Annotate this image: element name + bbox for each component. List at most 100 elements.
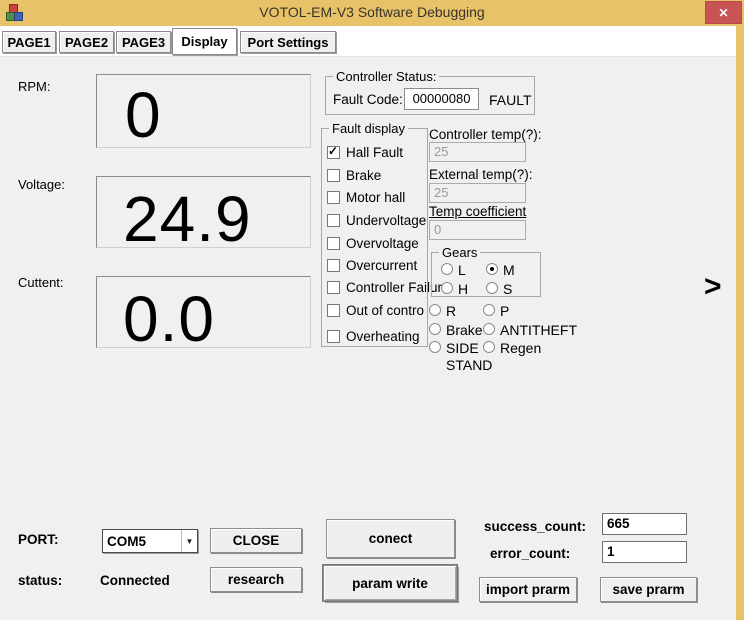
radio-gear-s[interactable]	[486, 282, 498, 294]
window-title: VOTOL-EM-V3 Software Debugging	[0, 4, 744, 20]
current-display: 0.0	[96, 276, 311, 348]
external-temp-field[interactable]: 25	[429, 183, 526, 203]
gear-option-s[interactable]: S	[486, 281, 512, 298]
fault-row: ✓ Undervoltage	[327, 213, 426, 227]
gears-group-label: Gears	[439, 245, 480, 260]
status-value: Connected	[100, 573, 170, 588]
research-button[interactable]: research	[210, 567, 302, 592]
radio-p[interactable]	[483, 304, 495, 316]
checkbox-label: Motor hall	[346, 190, 405, 205]
gear-option-h[interactable]: H	[441, 281, 468, 298]
rpm-value: 0	[125, 83, 162, 147]
tab-strip: PAGE1 PAGE2 PAGE3 Display Port Settings	[0, 26, 744, 57]
checkbox-undervoltage[interactable]: ✓	[327, 214, 340, 227]
checkbox-label: Overcurrent	[346, 258, 417, 273]
checkbox-overheating[interactable]: ✓	[327, 330, 340, 343]
tab-display[interactable]: Display	[172, 28, 237, 55]
port-select[interactable]: COM5 ▼	[102, 529, 198, 553]
radio-label: R	[446, 303, 456, 320]
radio-label: H	[458, 281, 468, 298]
checkbox-label: Undervoltage	[346, 213, 426, 228]
voltage-value: 24.9	[123, 187, 252, 251]
fault-status-text: FAULT	[489, 92, 532, 108]
radio-label: S	[503, 281, 512, 298]
checkbox-label: Brake	[346, 168, 381, 183]
temp-coefficient-field[interactable]: 0	[429, 220, 526, 240]
current-label: Cuttent:	[18, 275, 64, 290]
tab-page3[interactable]: PAGE3	[116, 31, 171, 53]
error-count-label: error_count:	[490, 546, 570, 561]
mode-option-r[interactable]: R	[429, 303, 456, 320]
fault-row: ✓ Overheating	[327, 329, 420, 343]
checkbox-label: Hall Fault	[346, 145, 403, 160]
close-port-button[interactable]: CLOSE	[210, 528, 302, 553]
checkbox-out-of-control[interactable]: ✓	[327, 304, 340, 317]
mode-option-regen[interactable]: Regen	[483, 340, 541, 357]
app-window: VOTOL-EM-V3 Software Debugging ✕ PAGE1 P…	[0, 0, 744, 620]
mode-option-antitheft[interactable]: ANTITHEFT	[483, 322, 577, 339]
param-write-button[interactable]: param write	[323, 565, 457, 601]
fault-row: ✓ Hall Fault	[327, 145, 403, 159]
mode-option-p[interactable]: P	[483, 303, 509, 320]
controller-temp-field[interactable]: 25	[429, 142, 526, 162]
chevron-down-icon[interactable]: ▼	[181, 530, 197, 552]
save-param-button[interactable]: save prarm	[600, 577, 697, 602]
checkbox-overcurrent[interactable]: ✓	[327, 259, 340, 272]
status-label: status:	[18, 573, 62, 588]
next-page-arrow[interactable]: >	[704, 270, 722, 304]
mode-option-brake[interactable]: Brake	[429, 322, 483, 339]
radio-antitheft[interactable]	[483, 323, 495, 335]
title-bar: VOTOL-EM-V3 Software Debugging ✕	[0, 0, 744, 26]
gear-option-m[interactable]: M	[486, 262, 515, 279]
close-button[interactable]: ✕	[705, 1, 742, 24]
external-temp-label: External temp(?):	[429, 167, 533, 182]
checkbox-label: Overvoltage	[346, 236, 419, 251]
fault-code-label: Fault Code:	[333, 92, 403, 107]
fault-code-field[interactable]: 00000080	[404, 88, 479, 110]
port-label: PORT:	[18, 532, 59, 547]
radio-gear-m[interactable]	[486, 263, 498, 275]
checkbox-motor-hall[interactable]: ✓	[327, 191, 340, 204]
fault-row: ✓ Out of contro	[327, 303, 424, 317]
current-value: 0.0	[123, 287, 215, 351]
radio-label: L	[458, 262, 466, 279]
radio-r[interactable]	[429, 304, 441, 316]
success-count-field[interactable]: 665	[602, 513, 687, 535]
voltage-display: 24.9	[96, 176, 311, 248]
radio-gear-h[interactable]	[441, 282, 453, 294]
radio-gear-l[interactable]	[441, 263, 453, 275]
tab-page2[interactable]: PAGE2	[59, 31, 114, 53]
checkbox-label: Overheating	[346, 329, 420, 344]
temp-coefficient-label: Temp coefficient	[429, 204, 526, 219]
connect-button[interactable]: conect	[326, 519, 455, 558]
checkmark-icon: ✓	[328, 144, 338, 158]
checkbox-overvoltage[interactable]: ✓	[327, 237, 340, 250]
close-icon: ✕	[718, 6, 728, 20]
radio-label: ANTITHEFT	[500, 322, 577, 339]
rpm-label: RPM:	[18, 79, 51, 94]
gear-option-l[interactable]: L	[441, 262, 466, 279]
checkbox-brake[interactable]: ✓	[327, 169, 340, 182]
checkbox-hall-fault[interactable]: ✓	[327, 146, 340, 159]
radio-regen[interactable]	[483, 341, 495, 353]
window-right-border	[736, 26, 744, 620]
radio-side-stand[interactable]	[429, 341, 441, 353]
port-select-value: COM5	[103, 534, 181, 549]
rpm-display: 0	[96, 74, 311, 148]
radio-brake[interactable]	[429, 323, 441, 335]
fault-row: ✓ Brake	[327, 168, 381, 182]
error-count-field[interactable]: 1	[602, 541, 687, 563]
import-param-button[interactable]: import prarm	[479, 577, 577, 602]
fault-row: ✓ Motor hall	[327, 190, 405, 204]
radio-label: Brake	[446, 322, 483, 339]
radio-label: M	[503, 262, 515, 279]
checkbox-controller-failure[interactable]: ✓	[327, 281, 340, 294]
voltage-label: Voltage:	[18, 177, 65, 192]
success-count-label: success_count:	[484, 519, 586, 534]
tab-port-settings[interactable]: Port Settings	[240, 31, 336, 53]
fault-display-group-label: Fault display	[329, 121, 408, 136]
controller-status-group-label: Controller Status:	[333, 69, 439, 84]
radio-label: Regen	[500, 340, 541, 357]
controller-temp-label: Controller temp(?):	[429, 127, 542, 142]
tab-page1[interactable]: PAGE1	[2, 31, 56, 53]
